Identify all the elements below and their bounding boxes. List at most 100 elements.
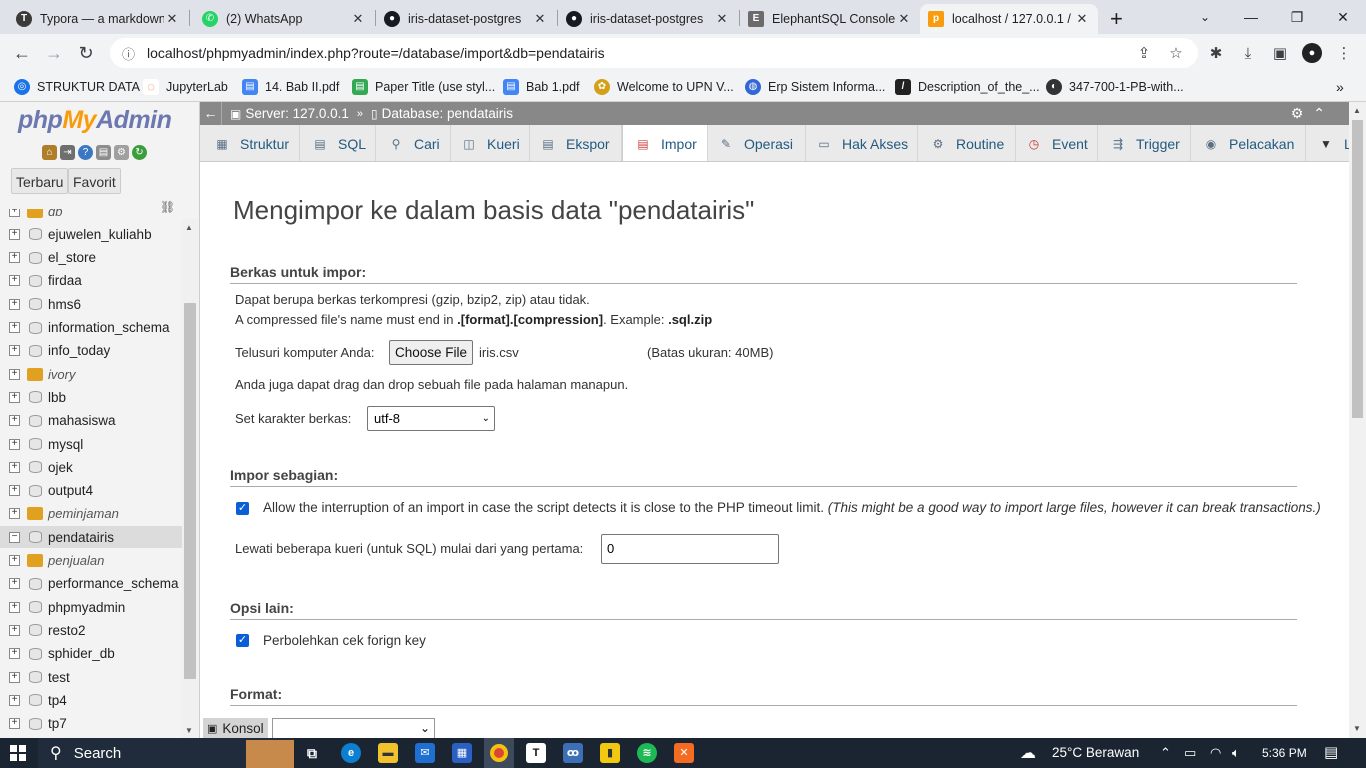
collapse-nav-icon[interactable]: ← [200,102,222,125]
postgres-icon[interactable]: ꝏ [563,743,583,763]
help-icon[interactable]: ? [78,145,93,160]
typora-icon[interactable]: T [526,743,546,763]
expand-icon[interactable]: + [9,555,20,566]
expand-icon[interactable]: + [9,485,20,497]
browser-tab[interactable]: ✆ (2) WhatsApp ✕ [194,4,374,34]
tab-operasi[interactable]: ✎ Operasi [708,125,806,161]
expand-icon[interactable]: + [9,718,20,730]
tab-sql[interactable]: ▤ SQL [300,125,376,161]
db-item[interactable]: + penjualan [0,550,182,572]
tab-struktur[interactable]: ▦ Struktur [200,125,300,161]
profile-avatar[interactable]: ● [1302,43,1322,63]
restore-icon[interactable]: ❐ [1274,0,1320,34]
tab-pelacakan[interactable]: ◉ Pelacakan [1191,125,1306,161]
expand-icon[interactable]: + [9,648,20,660]
close-icon[interactable]: ✕ [896,11,912,27]
skip-queries-input[interactable]: 0 [601,534,779,564]
db-item[interactable]: + tp4 [0,689,182,711]
db-item[interactable]: + db [0,209,182,222]
db-item[interactable]: + ivory [0,363,182,385]
menu-icon[interactable]: ⋮ [1334,43,1354,63]
wifi-icon[interactable]: ◠ [1210,745,1221,761]
tab-event[interactable]: ◷ Event [1016,125,1098,161]
tab-trigger[interactable]: ⇶ Trigger [1098,125,1191,161]
browser-tab[interactable]: ● iris-dataset-postgres ✕ [376,4,556,34]
expand-icon[interactable]: + [9,624,20,636]
bookmark-star-icon[interactable]: ☆ [1166,43,1186,63]
tab-cari[interactable]: ⚲ Cari [376,125,451,161]
nav-scrollbar[interactable]: ▲ ▼ [182,219,198,738]
expand-icon[interactable]: + [9,252,20,264]
expand-icon[interactable]: + [9,508,20,520]
console-select[interactable]: ⌄ [272,718,435,739]
tab-routine[interactable]: ⚙ Routine [918,125,1016,161]
db-item[interactable]: + firdaa [0,270,182,292]
bookmark-item[interactable]: ▤ Bab 1.pdf [503,78,580,96]
bookmark-item[interactable]: ◐ 347-700-1-PB-with... [1046,78,1184,96]
close-icon[interactable]: ✕ [1074,11,1090,27]
console-toggle[interactable]: ▣ Konsol [203,718,268,738]
tab-recent[interactable]: Terbaru [11,168,69,194]
breadcrumb-server[interactable]: Server: 127.0.0.1 [245,106,349,121]
db-item[interactable]: + sphider_db [0,643,182,665]
bookmark-item[interactable]: / Description_of_the_... [895,78,1040,96]
tab-impor[interactable]: ▤ Impor [622,125,708,161]
chevron-up-icon[interactable]: ⌃ [1160,745,1171,761]
expand-icon[interactable]: + [9,578,20,590]
tab-hak-akses[interactable]: ▭ Hak Akses [806,125,918,161]
chrome-icon[interactable] [484,738,514,768]
settings-icon[interactable]: ⚙ [114,145,129,160]
expand-icon[interactable]: + [9,671,20,683]
extensions-icon[interactable]: ✱ [1206,43,1226,63]
battery-icon[interactable]: ▭ [1184,745,1196,761]
browser-tab[interactable]: T Typora — a markdown ✕ [8,4,188,34]
close-icon[interactable]: ✕ [164,11,180,27]
page-scrollbar[interactable]: ▲ ▼ [1349,102,1366,738]
new-tab-button[interactable]: + [1106,4,1134,34]
db-item[interactable]: − pendatairis [0,526,182,549]
download-icon[interactable]: ⤓ [1238,43,1258,63]
bookmark-item[interactable]: ◌ JupyterLab [143,78,228,96]
settings-gear-icon[interactable]: ⚙︎⌃ [1291,105,1335,122]
minimize-icon[interactable]: — [1228,0,1274,34]
bookmark-item[interactable]: ▤ Paper Title (use styl... [352,78,495,96]
charset-select[interactable]: utf-8 ⌄ [367,406,495,431]
db-item[interactable]: + output4 [0,480,182,502]
allow-interrupt-checkbox[interactable]: ✓ [236,502,249,515]
tab-kueri[interactable]: ◫ Kueri [451,125,530,161]
tab-search-icon[interactable]: ⌄ [1182,0,1228,34]
notifications-icon[interactable]: ▤ [1324,743,1338,761]
volume-icon[interactable]: 🔈︎ [1232,745,1240,761]
db-item[interactable]: + information_schema [0,317,182,339]
reload-icon[interactable]: ↻ [74,41,98,65]
file-explorer-icon[interactable]: ▬ [378,743,398,763]
db-item[interactable]: + peminjaman [0,503,182,525]
db-item[interactable]: + phpmyadmin [0,596,182,618]
home-icon[interactable]: ⌂ [42,145,57,160]
db-item[interactable]: + ejuwelen_kuliahb [0,223,182,245]
logout-icon[interactable]: ⇥ [60,145,75,160]
spotify-icon[interactable]: ≋ [637,743,657,763]
clock-time[interactable]: 5:36 PM [1262,746,1307,760]
expand-icon[interactable]: + [9,438,20,450]
share-icon[interactable]: ⇪ [1134,43,1154,63]
breadcrumb-database[interactable]: Database: pendatairis [382,106,513,121]
db-item[interactable]: + resto2 [0,619,182,641]
close-icon[interactable]: ✕ [714,11,730,27]
expand-icon[interactable]: + [9,368,20,380]
phpmyadmin-logo[interactable]: phpMyAdmin [18,106,172,135]
expand-icon[interactable]: + [9,322,20,333]
windows-start-icon[interactable] [10,745,26,761]
expand-icon[interactable]: + [9,345,20,357]
collapse-icon[interactable]: − [9,531,20,543]
bookmark-item[interactable]: ◍ Erp Sistem Informa... [745,78,885,96]
db-item[interactable]: + mahasiswa [0,410,182,432]
weather-text[interactable]: 25°C Berawan [1052,745,1139,760]
close-icon[interactable]: ✕ [350,11,366,27]
db-item[interactable]: + hms6 [0,293,182,315]
edge-icon[interactable]: e [341,743,361,763]
close-icon[interactable]: ✕ [532,11,548,27]
task-view-icon[interactable]: ⧉ [302,743,322,763]
weather-icon[interactable]: ☁ [1020,743,1036,763]
db-item[interactable]: + el_store [0,247,182,269]
